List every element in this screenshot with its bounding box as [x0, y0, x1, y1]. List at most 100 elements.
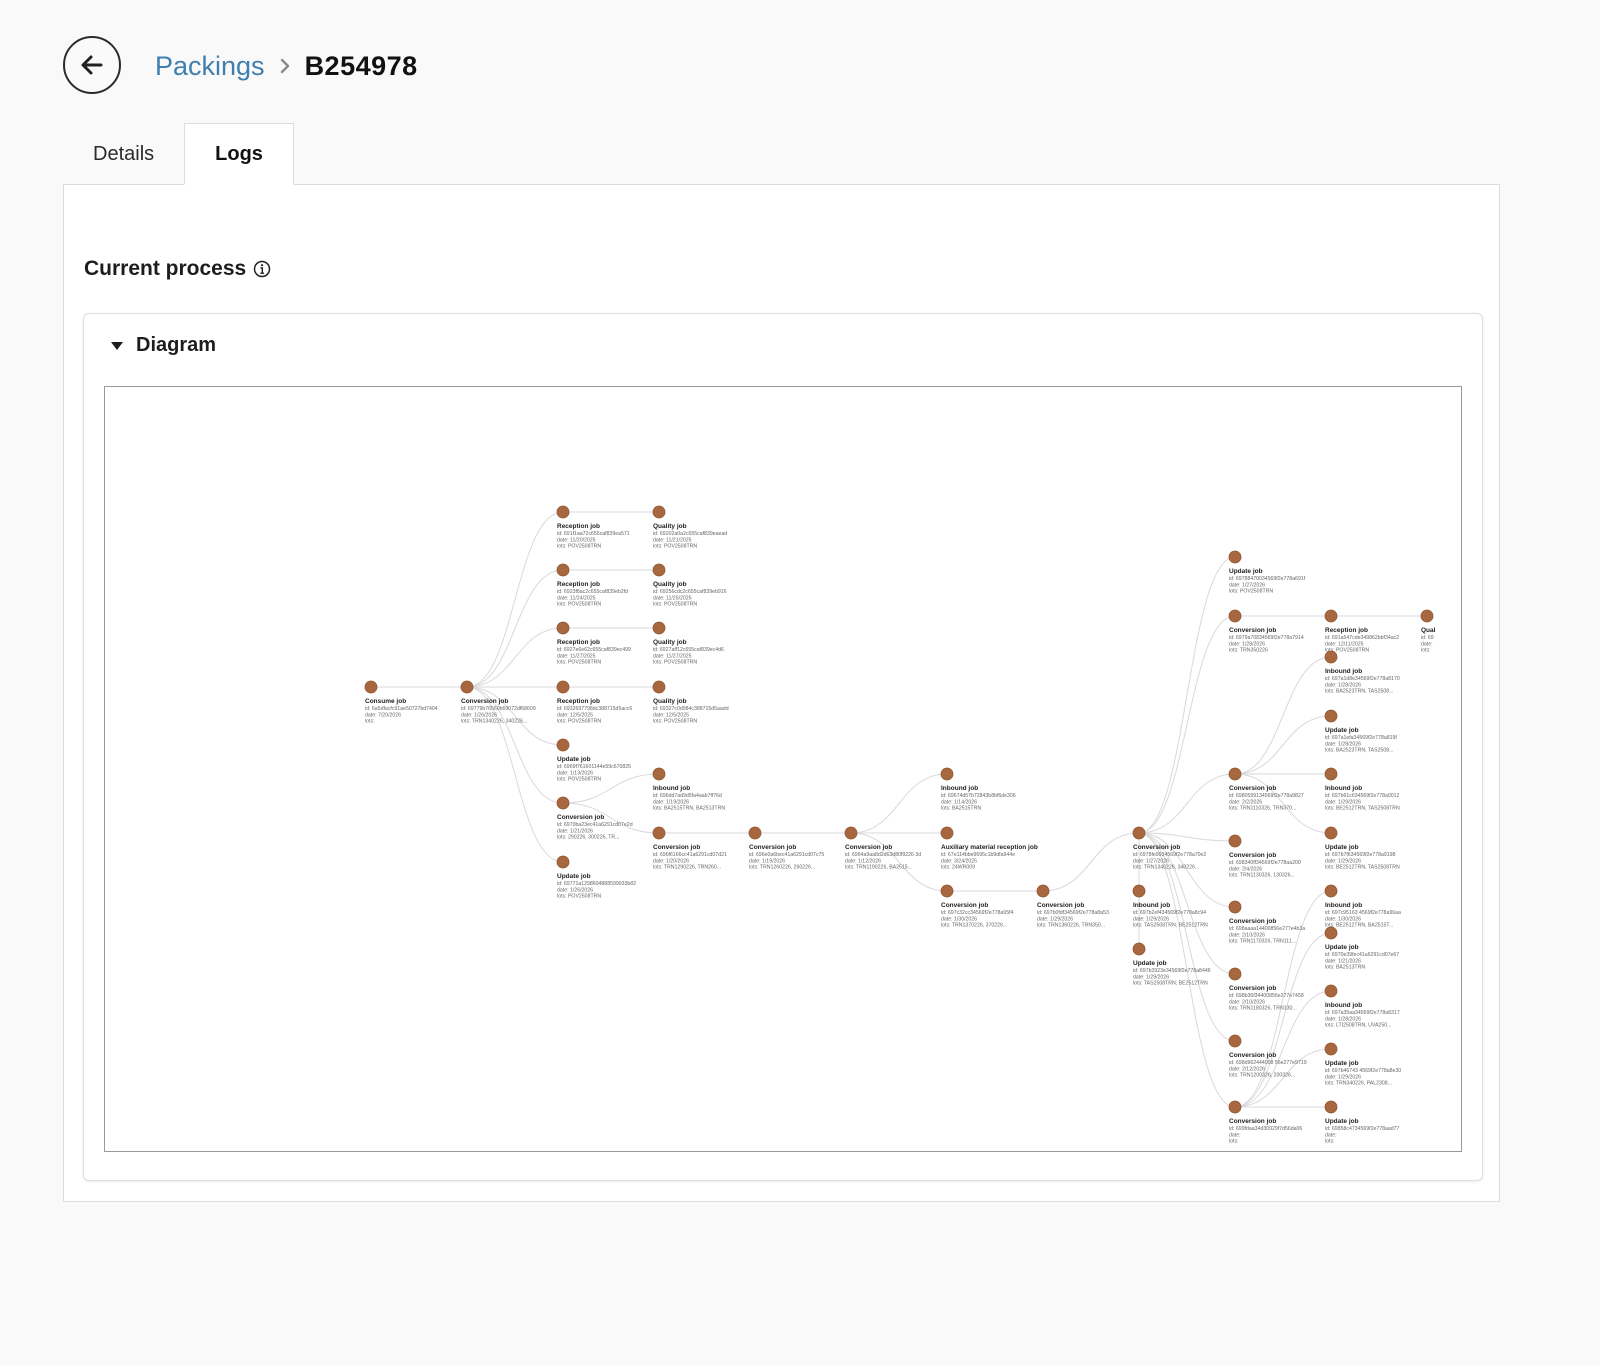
diagram-node[interactable]: Inbound jobid: 696dd7ad9d5fa4aab7ff76dda…: [652, 767, 725, 812]
diagram-node[interactable]: Update jobid: 6970e39fec41a6291cd07e67da…: [1324, 926, 1399, 971]
diagram-node[interactable]: Update jobid: 697b3923e34569f2e778a8446d…: [1132, 942, 1211, 987]
diagram-node[interactable]: Update jobid: 69771a1298604888599933b82d…: [556, 855, 636, 900]
node-circle[interactable]: [1324, 650, 1338, 664]
diagram-node[interactable]: Reception jobid: 6923f8ac2c655caf839eb2f…: [556, 563, 628, 608]
node-circle[interactable]: [556, 855, 570, 869]
node-circle[interactable]: [1324, 767, 1338, 781]
diagram-node[interactable]: Conversion jobid: 6964a9aa8d2d63d80f9226…: [844, 826, 921, 871]
node-circle[interactable]: [460, 680, 474, 694]
diagram-node[interactable]: Quality jobid: 69327c0d984c388715d5aaddd…: [652, 680, 729, 725]
breadcrumb-packings-link[interactable]: Packings: [155, 51, 265, 82]
diagram-node[interactable]: Conversion jobid: 699fdaa34d30929f7d56da…: [1228, 1100, 1302, 1145]
node-circle[interactable]: [844, 826, 858, 840]
diagram-toggle[interactable]: Diagram: [110, 334, 216, 357]
node-circle[interactable]: [556, 563, 570, 577]
diagram-node[interactable]: Conversion jobid: 6979a70834569f2e778a79…: [1228, 609, 1304, 654]
node-circle[interactable]: [940, 767, 954, 781]
diagram-node[interactable]: Reception jobid: 691f1aa72c655caf839ea57…: [556, 505, 630, 550]
diagram-node[interactable]: Conversion jobid: 696e0a6bec41a6291cd07c…: [748, 826, 824, 871]
node-meta-line: date: 1/19/2026: [653, 799, 689, 805]
node-circle[interactable]: [364, 680, 378, 694]
node-circle[interactable]: [556, 505, 570, 519]
tab-logs[interactable]: Logs: [184, 123, 294, 185]
node-circle[interactable]: [1228, 1034, 1242, 1048]
diagram-node[interactable]: Conversion jobid: 6978fe9934569f2e778a70…: [1132, 826, 1206, 871]
diagram-node[interactable]: Conversion jobid: 696f6166cc41a6291cd07d…: [652, 826, 727, 871]
diagram-node[interactable]: Inbound jobid: 697a35aa34569f2e778a8317d…: [1324, 984, 1400, 1029]
diagram-node[interactable]: Quality jobid: 6927aff12c655caf839ec4d6d…: [652, 621, 724, 666]
diagram-node[interactable]: Conversion jobid: 698aaaa14400856e277e4b…: [1228, 900, 1305, 945]
node-circle[interactable]: [1324, 926, 1338, 940]
diagram-node[interactable]: Conversion jobid: 698b36f34400856e277e74…: [1228, 967, 1304, 1012]
node-circle[interactable]: [1324, 826, 1338, 840]
node-circle[interactable]: [1228, 834, 1242, 848]
node-circle[interactable]: [1228, 1100, 1242, 1114]
node-circle[interactable]: [1324, 1100, 1338, 1114]
node-circle[interactable]: [1324, 984, 1338, 998]
info-circle-icon[interactable]: [253, 260, 271, 278]
node-circle[interactable]: [1228, 550, 1242, 564]
node-circle[interactable]: [556, 796, 570, 810]
node-title: Conversion job: [1229, 785, 1276, 792]
process-diagram[interactable]: Consume job id: 6a5dfacfc91ae50727bd7404 d…: [104, 386, 1462, 1152]
node-meta-line: id: 6927e6e62c655caf839ec499: [557, 647, 631, 653]
node-circle[interactable]: [1132, 942, 1146, 956]
diagram-node[interactable]: Conversion jobid: 6980599134569f2e778a98…: [1228, 767, 1304, 812]
node-circle[interactable]: [652, 505, 666, 519]
diagram-node[interactable]: Conversion jobid: 6970ba23ec41a6291cd07e…: [556, 796, 633, 841]
node-circle[interactable]: [556, 680, 570, 694]
diagram-node[interactable]: Update jobid: 69788470034569f2e778a691fd…: [1228, 550, 1306, 595]
node-circle[interactable]: [652, 767, 666, 781]
node-circle[interactable]: [1228, 967, 1242, 981]
diagram-node[interactable]: Conversion jobid: 697b0fdf34569f2e778a8a…: [1036, 884, 1109, 929]
diagram-node[interactable]: Qualid: 69date:lots:: [1420, 609, 1436, 654]
node-title: Quality job: [653, 581, 687, 588]
node-circle[interactable]: [556, 621, 570, 635]
diagram-node[interactable]: Conversion jobid: 698340ff34569f2e778aa2…: [1228, 834, 1301, 879]
diagram-node[interactable]: Update jobid: 69858c4734569f2e778aad77da…: [1324, 1100, 1400, 1145]
diagram-node[interactable]: Conversion jobid: 697c32cc34569f2e778a95…: [940, 884, 1014, 929]
diagram-node[interactable]: Consume jobid: 6a5dfacfc91ae50727bd7404d…: [364, 680, 438, 725]
page-title: B254978: [304, 50, 418, 81]
diagram-node[interactable]: Quality jobid: 69256cdc2c655caf839eb916d…: [652, 563, 727, 608]
diagram-node[interactable]: Update jobid: 697a1efa34569f2e778a819fda…: [1324, 709, 1397, 754]
node-circle[interactable]: [1324, 609, 1338, 623]
node-circle[interactable]: [1132, 826, 1146, 840]
node-circle[interactable]: [652, 826, 666, 840]
node-circle[interactable]: [1228, 767, 1242, 781]
node-circle[interactable]: [1324, 1042, 1338, 1056]
diagram-node[interactable]: Update jobid: 697b7f634569f2e778a9198dat…: [1324, 826, 1400, 871]
diagram-node[interactable]: Reception jobid: 6932697798dc388715d5acc…: [556, 680, 632, 725]
node-circle[interactable]: [652, 563, 666, 577]
node-circle[interactable]: [1324, 709, 1338, 723]
node-circle[interactable]: [556, 738, 570, 752]
diagram-node[interactable]: Auxiliary material reception jobid: 67e1…: [940, 826, 1038, 871]
node-circle[interactable]: [940, 826, 954, 840]
node-circle[interactable]: [748, 826, 762, 840]
back-button[interactable]: [63, 36, 121, 94]
node-circle[interactable]: [652, 621, 666, 635]
node-circle[interactable]: [1036, 884, 1050, 898]
diagram-node[interactable]: Inbound jobid: 69674d57b72843b8bf6de306d…: [940, 767, 1016, 812]
tab-details[interactable]: Details: [63, 123, 184, 185]
diagram-node[interactable]: Conversion jobid: 698d962444008 56e277e9…: [1228, 1034, 1307, 1079]
node-meta-line: id: 6980599134569f2e778a9827: [1229, 793, 1304, 799]
diagram-node[interactable]: Inbound jobid: 697c95163 4569f2e778a96aa…: [1324, 884, 1401, 929]
diagram-node[interactable]: Inbound jobid: 697b61c634569f2e778a0012d…: [1324, 767, 1400, 812]
node-circle[interactable]: [1420, 609, 1434, 623]
diagram-node[interactable]: Inbound jobid: 697a1d8e34569f2e778a8170d…: [1324, 650, 1400, 695]
diagram-node[interactable]: Reception jobid: 691a547cde349862bbf34ac…: [1324, 609, 1399, 654]
node-circle[interactable]: [1324, 884, 1338, 898]
diagram-node[interactable]: Quality jobid: 69202a0a2c655caf839eaeadd…: [652, 505, 727, 550]
diagram-node[interactable]: Reception jobid: 6927e6e62c655caf839ec49…: [556, 621, 631, 666]
diagram-node[interactable]: Update jobid: 697b46743 4569f2e778a8e30d…: [1324, 1042, 1401, 1087]
node-circle[interactable]: [1228, 900, 1242, 914]
diagram-node[interactable]: Update jobid: 6969f761601144e59c670825da…: [556, 738, 631, 783]
node-meta-line: id: 697b7f634569f2e778a9198: [1325, 852, 1396, 858]
node-circle[interactable]: [1228, 609, 1242, 623]
diagram-node[interactable]: Inbound jobid: 697b2ef434569f2e778a8c94d…: [1132, 884, 1208, 929]
node-circle[interactable]: [1132, 884, 1146, 898]
node-circle[interactable]: [940, 884, 954, 898]
node-circle[interactable]: [652, 680, 666, 694]
diagram-node[interactable]: Conversion jobid: 69779b76560b69072df686…: [460, 680, 536, 725]
